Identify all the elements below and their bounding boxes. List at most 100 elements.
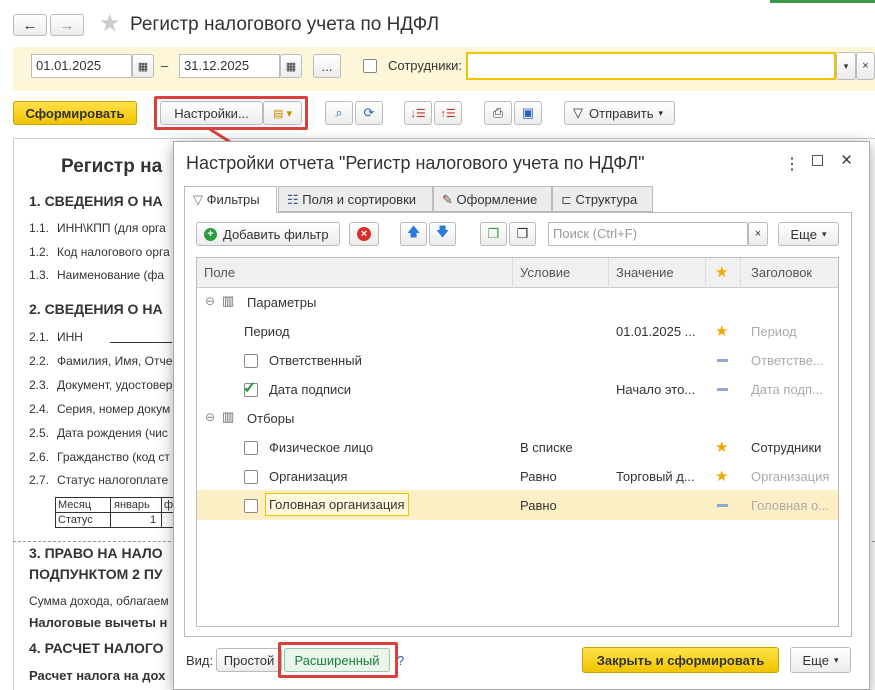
col-header[interactable]: Заголовок [751,265,812,280]
section-1-heading: 1. СВЕДЕНИЯ О НА [29,193,163,209]
employees-clear-icon[interactable]: × [856,52,875,80]
favorite-star-icon[interactable]: ★ [99,9,121,38]
row-period-value[interactable]: 01.01.2025 ... [616,324,696,339]
more-button[interactable]: Еще ▾ [778,222,839,246]
row-selections-field[interactable]: Отборы [247,411,294,426]
generate-button[interactable]: Сформировать [13,101,137,125]
row-org-header[interactable]: Организация [751,469,829,484]
back-button[interactable]: ← [13,14,47,36]
row-parent-org-checkbox[interactable] [244,499,258,513]
item-2-1-num: 2.1. [29,330,50,344]
row-org-star-icon[interactable]: ★ [715,467,728,485]
search-input[interactable]: Поиск (Ctrl+F) [548,222,748,246]
section-3-heading-b: ПОДПУНКТОМ 2 ПУ [29,566,163,582]
row-parent-org-condition[interactable]: Равно [520,498,557,513]
group-button[interactable]: ❐ [480,222,507,246]
row-responsible-checkbox[interactable] [244,354,258,368]
tab-design[interactable]: ✎ Оформление [433,186,552,212]
move-down-button[interactable]: 🡇 [429,222,456,246]
calendar-from-icon[interactable]: ▦ [132,54,154,78]
row-responsible-header[interactable]: Ответстве... [751,353,824,368]
row-period-header[interactable]: Период [751,324,797,339]
row-sign-date-dash-icon[interactable] [717,388,728,391]
send-button[interactable]: ▽ Отправить ▾ [564,101,675,125]
item-2-4-num: 2.4. [29,402,50,416]
row-sign-date-value[interactable]: Начало это... [616,382,695,397]
more-bottom-button[interactable]: Еще ▾ [790,647,851,673]
date-to-input[interactable]: 31.12.2025 [179,54,280,78]
item-1-1-num: 1.1. [29,221,50,235]
period-select-button[interactable]: ... [313,54,341,78]
tab-fields-label: Поля и сортировки [302,192,417,207]
row-parent-org-header[interactable]: Головная о... [751,498,829,513]
row-period-field[interactable]: Период [244,324,290,339]
forward-button[interactable]: → [50,14,84,36]
col-sep [740,258,741,288]
row-person-header[interactable]: Сотрудники [751,440,821,455]
collapse-icon[interactable]: ⊖ [205,294,215,308]
row-parent-org-dash-icon[interactable] [717,504,728,507]
row-person-field[interactable]: Физическое лицо [269,440,373,455]
item-1-1-text: ИНН\КПП (для орга [57,221,166,235]
tab-structure[interactable]: ⊏ Структура [552,186,653,212]
item-2-2-text: Фамилия, Имя, Отче [57,354,173,368]
row-org-value[interactable]: Торговый д... [616,469,695,484]
row-person-star-icon[interactable]: ★ [715,438,728,456]
row-org-condition[interactable]: Равно [520,469,557,484]
date-from-input[interactable]: 01.01.2025 [31,54,132,78]
item-2-6-text: Гражданство (код ст [57,450,170,464]
row-org-field[interactable]: Организация [269,469,347,484]
row-sign-date-header[interactable]: Дата подп... [751,382,823,397]
item-2-7-text: Статус налогоплате [57,473,169,487]
item-2-1-text: ИНН [57,330,83,344]
dialog-menu-icon[interactable]: ⋮ [784,154,800,174]
add-filter-button[interactable]: + Добавить фильтр [196,222,340,246]
report-title: Регистр на [61,156,163,177]
col-field[interactable]: Поле [204,265,235,280]
copy-button[interactable]: ❐ [509,222,536,246]
tab-filters-label: Фильтры [206,192,260,207]
sort-desc-icon[interactable]: ↓☰ [404,101,432,125]
delete-button[interactable]: × [349,222,379,246]
row-person-condition[interactable]: В списке [520,440,573,455]
search-icon[interactable]: ⌕ [325,101,353,125]
col-value[interactable]: Значение [616,265,674,280]
calendar-to-icon[interactable]: ▦ [280,54,302,78]
table-divider [110,497,111,528]
row-period-star-icon[interactable]: ★ [715,322,728,340]
row-responsible-field[interactable]: Ответственный [269,353,362,368]
tab-fields[interactable]: ☷ Поля и сортировки [278,186,433,212]
chevron-down-icon: ▾ [658,107,663,118]
close-generate-button[interactable]: Закрыть и сформировать [582,647,779,673]
section-2-heading: 2. СВЕДЕНИЯ О НА [29,301,163,317]
employees-dropdown-icon[interactable]: ▾ [836,52,856,80]
search-next-icon[interactable]: ⟳ [355,101,383,125]
col-condition[interactable]: Условие [520,265,570,280]
search-clear-icon[interactable]: × [748,222,768,246]
col-star-icon[interactable]: ★ [715,263,728,281]
send-icon: ▽ [573,105,583,120]
row-responsible-dash-icon[interactable] [717,359,728,362]
move-up-button[interactable]: 🡅 [400,222,427,246]
employees-checkbox[interactable] [363,59,377,73]
item-2-6-num: 2.6. [29,450,50,464]
dialog-close-icon[interactable]: × [841,150,852,172]
row-sign-date-field[interactable]: Дата подписи [269,382,351,397]
dialog-maximize-icon[interactable] [812,155,823,166]
table-header-jan: январь [114,499,150,511]
print-icon[interactable]: ⎙ [484,101,512,125]
row-parent-org-field[interactable]: Головная организация [265,493,409,516]
help-icon[interactable]: ? [397,653,404,668]
tab-filters[interactable]: ▽ Фильтры [184,186,277,213]
sort-asc-icon[interactable]: ↑☰ [434,101,462,125]
dialog-title: Настройки отчета "Регистр налогового уче… [186,153,645,173]
collapse-icon[interactable]: ⊖ [205,410,215,424]
row-org-checkbox[interactable] [244,470,258,484]
settings-highlight [154,96,308,130]
preview-icon[interactable]: ▣ [514,101,542,125]
view-simple-button[interactable]: Простой [216,648,282,672]
row-params-field[interactable]: Параметры [247,295,316,310]
employees-input[interactable] [466,52,836,80]
row-person-checkbox[interactable] [244,441,258,455]
item-2-5-text: Дата рождения (чис [57,426,168,440]
